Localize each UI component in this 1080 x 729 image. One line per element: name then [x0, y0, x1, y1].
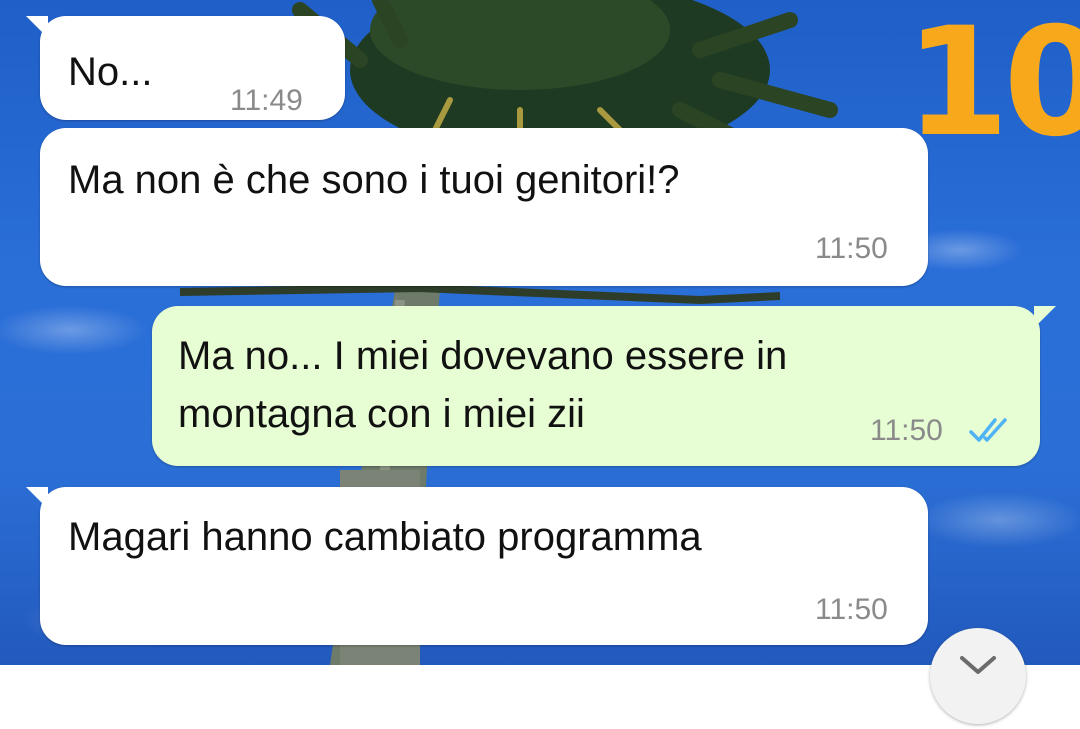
- message-text: Magari hanno cambiato programma: [68, 515, 702, 559]
- message-bubble-incoming[interactable]: No... 11:49: [26, 16, 345, 120]
- message-time: 11:50: [815, 232, 888, 265]
- message-time: 11:50: [870, 414, 943, 447]
- message-time: 11:49: [230, 84, 303, 117]
- bubble-tail: [26, 16, 48, 38]
- message-time: 11:50: [815, 593, 888, 626]
- bubble-tail: [26, 487, 48, 509]
- message-text-line: montagna con i miei zii: [178, 392, 585, 436]
- scroll-to-bottom-button[interactable]: [930, 628, 1026, 724]
- message-text-line: Ma no... I miei dovevano essere in: [178, 334, 788, 378]
- message-bubble-incoming[interactable]: Magari hanno cambiato programma 11:50: [26, 487, 928, 645]
- chevron-down-icon: [960, 656, 996, 674]
- message-bubble-outgoing[interactable]: Ma no... I miei dovevano essere in monta…: [152, 306, 1056, 466]
- bubble-tail: [1034, 306, 1056, 328]
- message-bubble-incoming[interactable]: Ma non è che sono i tuoi genitori!? 11:5…: [40, 128, 928, 286]
- overlay-number-badge: 10: [905, 0, 1080, 170]
- message-text: Ma non è che sono i tuoi genitori!?: [68, 158, 680, 202]
- double-check-icon: [969, 418, 1007, 442]
- message-text: No...: [68, 50, 153, 94]
